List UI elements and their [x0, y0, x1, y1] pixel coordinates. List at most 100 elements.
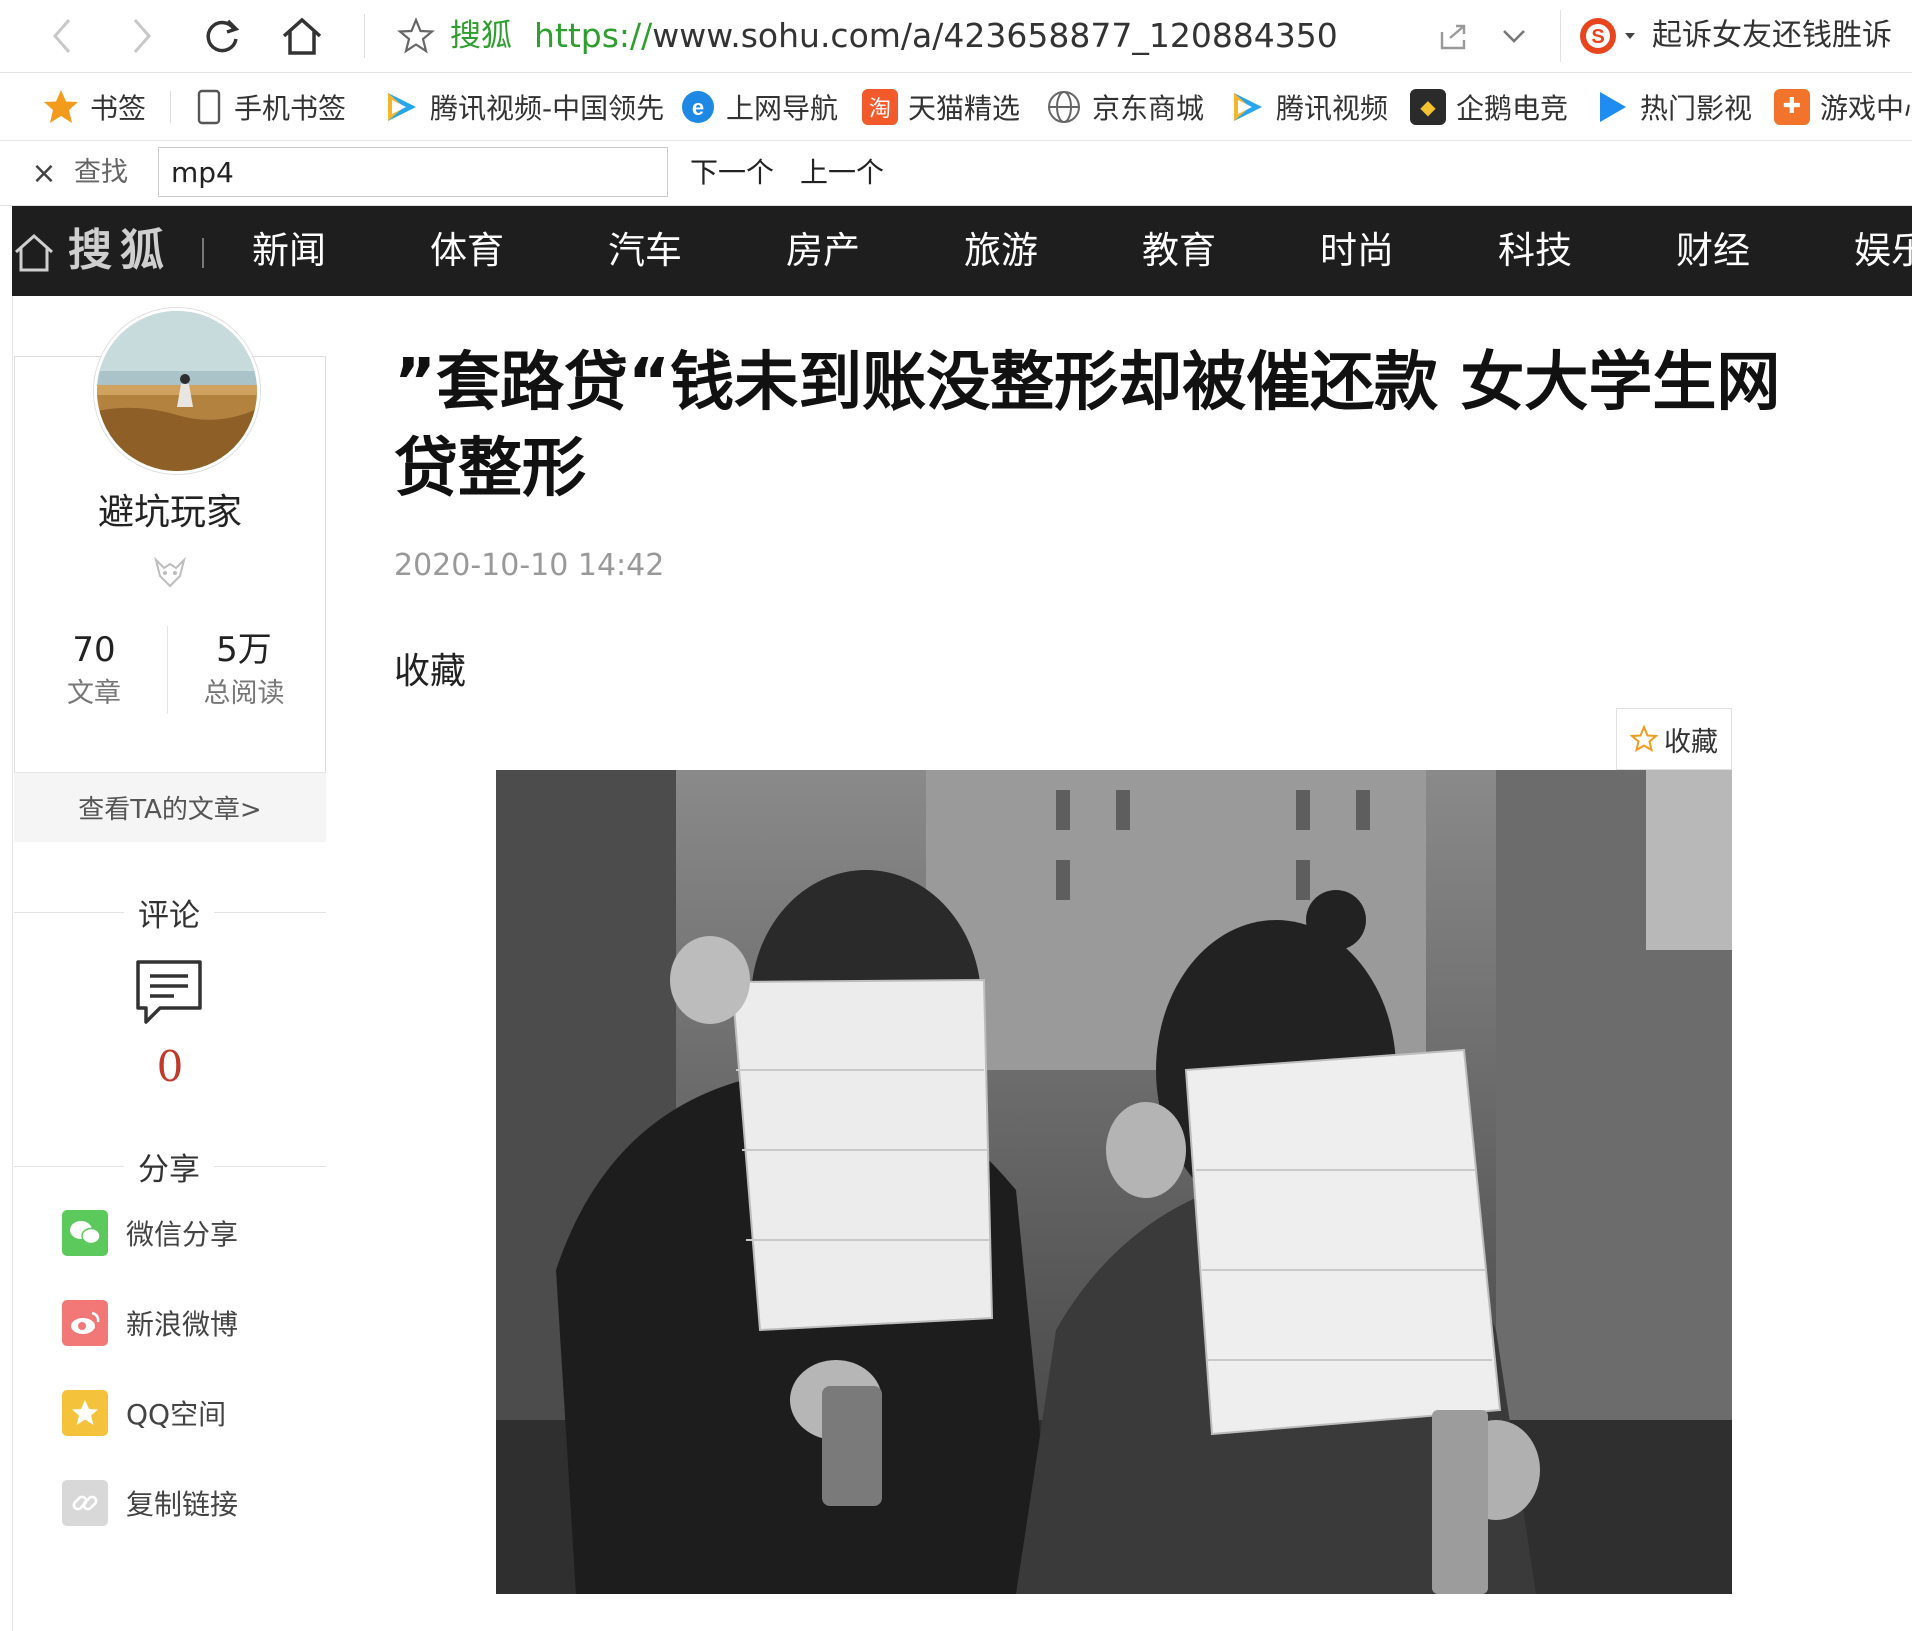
- publish-date: 2020-10-10 14:42: [394, 548, 665, 583]
- bookmark-item[interactable]: 腾讯视频-中国领先: [382, 73, 664, 140]
- nav-item[interactable]: 财经: [1676, 226, 1750, 276]
- url-dropdown-button[interactable]: [1490, 12, 1538, 60]
- collect-button-label: 收藏: [1664, 726, 1718, 758]
- bookmark-item[interactable]: ✚ 游戏中心: [1774, 73, 1912, 140]
- bookmarks-bar: 书签 手机书签 腾讯视频-中国领先 e 上网导航 淘 天猫精选 京东商城 腾讯视…: [0, 73, 1912, 141]
- bookmark-label: 书签: [90, 91, 147, 125]
- nav-item[interactable]: 娱乐: [1854, 226, 1912, 276]
- back-button[interactable]: [38, 12, 86, 60]
- chevron-left-icon: [53, 19, 71, 53]
- wechat-icon: [62, 1210, 108, 1256]
- bookmark-item[interactable]: 手机书签: [194, 73, 346, 140]
- bookmark-label: 腾讯视频-中国领先: [430, 91, 665, 125]
- collect-button[interactable]: 收藏: [1616, 708, 1732, 770]
- home-button[interactable]: [278, 12, 326, 60]
- url-path: www.sohu.com/a/423658877_120884350: [652, 16, 1338, 55]
- sogou-icon: S: [1580, 18, 1616, 54]
- forward-button[interactable]: [118, 12, 166, 60]
- nav-item[interactable]: 新闻: [252, 226, 326, 276]
- caret-down-icon: [1625, 33, 1635, 39]
- bookmark-item[interactable]: 京东商城: [1046, 73, 1204, 140]
- share-icon: [1440, 24, 1466, 50]
- share-wechat-button[interactable]: 微信分享: [62, 1210, 238, 1256]
- play-icon: [1600, 91, 1626, 122]
- copy-link-button[interactable]: 复制链接: [62, 1480, 238, 1526]
- nav-item[interactable]: 体育: [430, 226, 504, 276]
- article-photo: [496, 770, 1732, 1594]
- toolbar-divider: [1560, 10, 1561, 62]
- view-author-articles-link[interactable]: 查看TA的文章>: [14, 772, 326, 842]
- qzone-star-icon: [62, 1390, 108, 1436]
- chevron-down-icon: [1503, 30, 1525, 43]
- url-field[interactable]: https://www.sohu.com/a/423658877_1208843…: [534, 16, 1338, 56]
- bookmark-label: 热门影视: [1640, 91, 1753, 125]
- nav-item[interactable]: 时尚: [1320, 226, 1394, 276]
- collect-text[interactable]: 收藏: [394, 648, 466, 696]
- toolbar-divider: [364, 14, 365, 58]
- comments-title: 评论: [124, 894, 214, 938]
- bookmark-item[interactable]: 腾讯视频: [1228, 73, 1388, 140]
- favorite-button[interactable]: [392, 12, 440, 60]
- avatar-image: [97, 311, 257, 471]
- nav-item[interactable]: 房产: [786, 226, 860, 276]
- reload-button[interactable]: [198, 12, 246, 60]
- home-icon: [282, 17, 322, 55]
- nav-divider: [202, 238, 204, 268]
- esports-icon: ◆: [1410, 88, 1446, 125]
- tencent-video-icon: [1234, 92, 1262, 121]
- author-name[interactable]: 避坑玩家: [14, 488, 326, 538]
- site-navigation: 搜狐 新闻 体育 汽车 房产 旅游 教育 时尚 科技 财经 娱乐: [12, 206, 1912, 296]
- comment-count[interactable]: 0: [14, 1040, 326, 1094]
- find-label: 查找: [74, 157, 128, 188]
- share-weibo-button[interactable]: 新浪微博: [62, 1300, 238, 1346]
- stat-divider: [167, 626, 168, 714]
- share-label: 微信分享: [126, 1218, 239, 1251]
- search-engine-selector[interactable]: S: [1578, 14, 1638, 58]
- share-label: 新浪微博: [126, 1308, 239, 1341]
- bookmark-label: 腾讯视频: [1276, 91, 1389, 125]
- home-icon[interactable]: [12, 230, 56, 274]
- share-title: 分享: [124, 1148, 214, 1192]
- star-icon: [44, 89, 78, 123]
- find-next-button[interactable]: 下一个: [690, 155, 774, 191]
- link-icon: [62, 1480, 108, 1526]
- star-outline-icon: [397, 17, 435, 54]
- close-icon: ×: [31, 155, 57, 191]
- nav-item[interactable]: 教育: [1142, 226, 1216, 276]
- articles-count: 70: [72, 630, 116, 670]
- svg-text:S: S: [1591, 26, 1604, 48]
- avatar[interactable]: [94, 308, 260, 474]
- bookmark-item[interactable]: 热门影视: [1594, 73, 1752, 140]
- bookmark-label: 游戏中心: [1820, 91, 1912, 125]
- reads-count: 5万: [216, 630, 272, 670]
- globe-icon: [1048, 90, 1080, 123]
- page-left-border: [12, 296, 13, 1631]
- article-photo-image: [496, 770, 1732, 1594]
- share-page-button[interactable]: [1430, 12, 1478, 60]
- tmall-icon: 淘: [862, 88, 898, 125]
- gamepad-icon: ✚: [1774, 88, 1810, 125]
- phone-icon: [197, 89, 221, 124]
- search-box[interactable]: 起诉女友还钱胜诉: [1652, 16, 1892, 56]
- site-name: 搜狐: [450, 18, 512, 54]
- bookmark-item[interactable]: 书签: [42, 73, 146, 140]
- tencent-video-icon: [388, 92, 416, 121]
- bookmark-item[interactable]: e 上网导航: [680, 73, 838, 140]
- nav-item[interactable]: 汽车: [608, 226, 682, 276]
- bookmark-item[interactable]: 淘 天猫精选: [862, 73, 1020, 140]
- bookmark-divider: [170, 91, 171, 123]
- find-input[interactable]: [158, 147, 668, 197]
- chevron-right-icon: [133, 19, 151, 53]
- share-qzone-button[interactable]: QQ空间: [62, 1390, 226, 1436]
- bookmark-label: 天猫精选: [908, 91, 1021, 125]
- nav-item[interactable]: 旅游: [964, 226, 1038, 276]
- comment-icon[interactable]: [134, 958, 204, 1026]
- sohu-logo[interactable]: 搜狐: [68, 224, 172, 278]
- close-find-button[interactable]: ×: [28, 155, 60, 191]
- nav-item[interactable]: 科技: [1498, 226, 1572, 276]
- articles-label: 文章: [67, 678, 121, 709]
- weibo-icon: [62, 1300, 108, 1346]
- bookmark-item[interactable]: ◆ 企鹅电竞: [1410, 73, 1568, 140]
- article-title: ”套路贷“钱未到账没整形却被催还款 女大学生网贷整形: [394, 346, 1781, 506]
- find-prev-button[interactable]: 上一个: [800, 155, 884, 191]
